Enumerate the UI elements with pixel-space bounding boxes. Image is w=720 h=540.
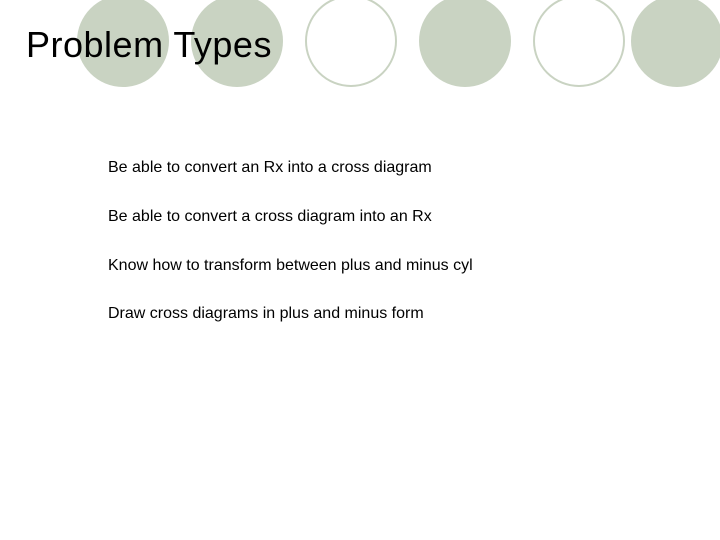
bullet-item: Be able to convert a cross diagram into … [108, 207, 668, 228]
decor-circle-4 [419, 0, 511, 87]
bullet-item: Know how to transform between plus and m… [108, 256, 668, 277]
bullet-item: Be able to convert an Rx into a cross di… [108, 158, 668, 179]
decor-circle-3 [305, 0, 397, 87]
slide: Problem Types Be able to convert an Rx i… [0, 0, 720, 540]
decor-circle-5 [533, 0, 625, 87]
decor-circle-6 [631, 0, 720, 87]
bullet-item: Draw cross diagrams in plus and minus fo… [108, 304, 668, 325]
bullet-list: Be able to convert an Rx into a cross di… [108, 158, 668, 353]
slide-title: Problem Types [26, 24, 272, 66]
